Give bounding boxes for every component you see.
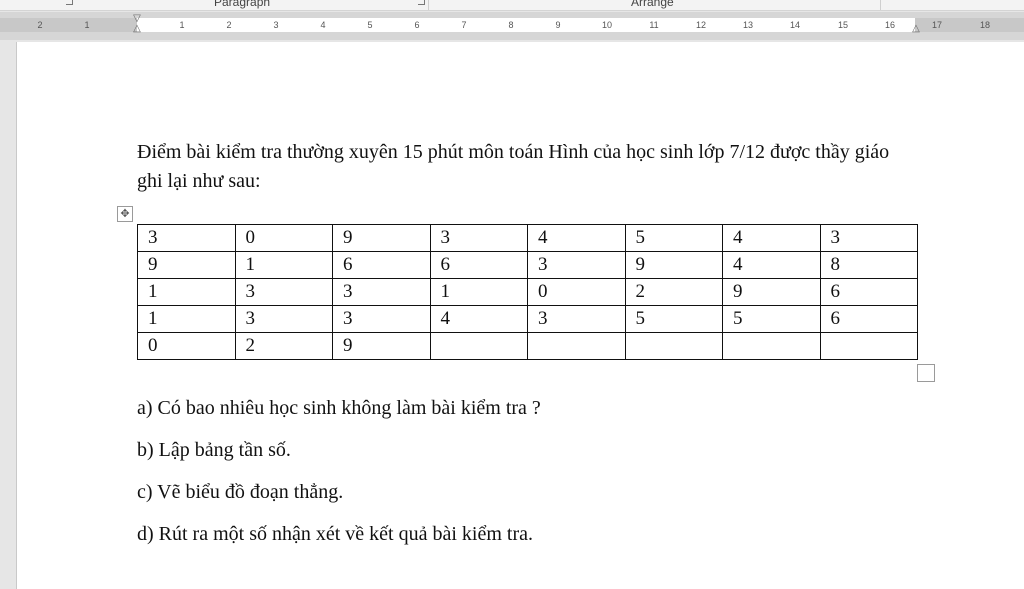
ruler-label: 9 — [555, 20, 561, 30]
table-cell[interactable]: 6 — [332, 251, 431, 279]
table-cell[interactable]: 2 — [234, 332, 333, 360]
table-cell[interactable]: 3 — [332, 278, 431, 306]
ruler-label: 15 — [837, 20, 849, 30]
ruler-label: 7 — [461, 20, 467, 30]
ruler-label: 14 — [789, 20, 801, 30]
ruler-label: 17 — [931, 20, 943, 30]
table-row: 9 1 6 6 3 9 4 8 — [137, 251, 918, 279]
table-cell[interactable]: 1 — [234, 251, 333, 279]
table-cell[interactable]: 3 — [137, 224, 236, 252]
table-cell[interactable]: 3 — [332, 305, 431, 333]
table-cell[interactable]: 3 — [234, 278, 333, 306]
ruler-label: 13 — [742, 20, 754, 30]
table-cell[interactable]: 9 — [137, 251, 236, 279]
table-cell[interactable]: 5 — [624, 305, 723, 333]
hanging-indent-marker-icon[interactable]: △ — [133, 24, 141, 34]
ribbon-separator — [428, 0, 429, 10]
ruler-label: 5 — [367, 20, 373, 30]
table-cell[interactable]: 0 — [527, 278, 626, 306]
table-cell[interactable]: 3 — [429, 224, 528, 252]
table-cell[interactable] — [624, 332, 723, 360]
ruler-label: 6 — [414, 20, 420, 30]
table-cell[interactable]: 5 — [624, 224, 723, 252]
table-row: 0 2 9 — [137, 332, 918, 360]
ribbon-separator — [880, 0, 881, 10]
table-cell[interactable]: 4 — [429, 305, 528, 333]
dialog-launcher-icon[interactable] — [66, 0, 73, 5]
table-cell[interactable] — [819, 332, 918, 360]
table-cell[interactable]: 4 — [722, 251, 821, 279]
table-cell[interactable]: 1 — [137, 278, 236, 306]
scores-table[interactable]: 3 0 9 3 4 5 4 3 9 1 6 6 3 9 4 8 1 3 3 1 … — [137, 224, 918, 360]
ribbon-group-labels: Paragraph Arrange — [0, 0, 1024, 11]
ruler-label: 2 — [37, 20, 43, 30]
ruler-label: 3 — [273, 20, 279, 30]
ruler-label: 8 — [508, 20, 514, 30]
intro-paragraph[interactable]: Điểm bài kiểm tra thường xuyên 15 phút m… — [137, 138, 897, 196]
table-cell[interactable] — [429, 332, 528, 360]
table-cell[interactable]: 6 — [429, 251, 528, 279]
table-cell[interactable] — [527, 332, 626, 360]
question-d[interactable]: d) Rút ra một số nhận xét về kết quả bài… — [137, 520, 897, 562]
ruler-label: 1 — [84, 20, 90, 30]
question-c[interactable]: c) Vẽ biểu đồ đoạn thẳng. — [137, 478, 897, 520]
table-cell[interactable]: 2 — [624, 278, 723, 306]
table-cell[interactable]: 6 — [819, 305, 918, 333]
paragraph-dialog-launcher-icon[interactable] — [418, 0, 425, 5]
ribbon-group-paragraph: Paragraph — [214, 0, 271, 9]
ruler-label: 12 — [695, 20, 707, 30]
table-cell[interactable]: 4 — [527, 224, 626, 252]
table-cell[interactable]: 0 — [234, 224, 333, 252]
ruler-left-margin — [0, 18, 137, 32]
table-move-handle-icon[interactable]: ✥ — [117, 206, 133, 222]
table-row: 1 3 3 4 3 5 5 6 — [137, 305, 918, 333]
ruler-label: 18 — [979, 20, 991, 30]
table-cell[interactable]: 3 — [234, 305, 333, 333]
question-b[interactable]: b) Lập bảng tần số. — [137, 436, 897, 478]
ruler-label: 11 — [649, 20, 659, 30]
table-cell[interactable]: 1 — [429, 278, 528, 306]
table-cell[interactable]: 5 — [722, 305, 821, 333]
table-cell[interactable]: 0 — [137, 332, 236, 360]
table-cell[interactable]: 6 — [819, 278, 918, 306]
table-cell[interactable] — [722, 332, 821, 360]
questions-list: a) Có bao nhiêu học sinh không làm bài k… — [137, 394, 897, 562]
document-page[interactable]: Điểm bài kiểm tra thường xuyên 15 phút m… — [16, 42, 1024, 589]
ruler-label: 10 — [601, 20, 613, 30]
right-indent-marker-icon[interactable]: △ — [912, 24, 920, 34]
table-row: 1 3 3 1 0 2 9 6 — [137, 278, 918, 306]
table-cell[interactable]: 4 — [722, 224, 821, 252]
table-row: 3 0 9 3 4 5 4 3 — [137, 224, 918, 252]
table-cell[interactable]: 3 — [527, 305, 626, 333]
ruler-label: 1 — [179, 20, 185, 30]
table-cell[interactable]: 9 — [332, 332, 431, 360]
table-cell[interactable]: 8 — [819, 251, 918, 279]
ruler-label: 4 — [320, 20, 326, 30]
horizontal-ruler[interactable]: 2 1 1 2 3 4 5 6 7 8 9 10 11 12 13 14 15 … — [0, 12, 1024, 40]
table-cell[interactable]: 3 — [527, 251, 626, 279]
table-cell[interactable]: 9 — [332, 224, 431, 252]
table-cell[interactable]: 1 — [137, 305, 236, 333]
ruler-label: 16 — [884, 20, 896, 30]
ruler-label: 2 — [226, 20, 232, 30]
table-cell[interactable]: 9 — [624, 251, 723, 279]
table-cell[interactable]: 9 — [722, 278, 821, 306]
ribbon-group-arrange: Arrange — [631, 0, 674, 9]
table-resize-handle[interactable] — [917, 364, 935, 382]
question-a[interactable]: a) Có bao nhiêu học sinh không làm bài k… — [137, 394, 897, 436]
table-cell[interactable]: 3 — [819, 224, 918, 252]
